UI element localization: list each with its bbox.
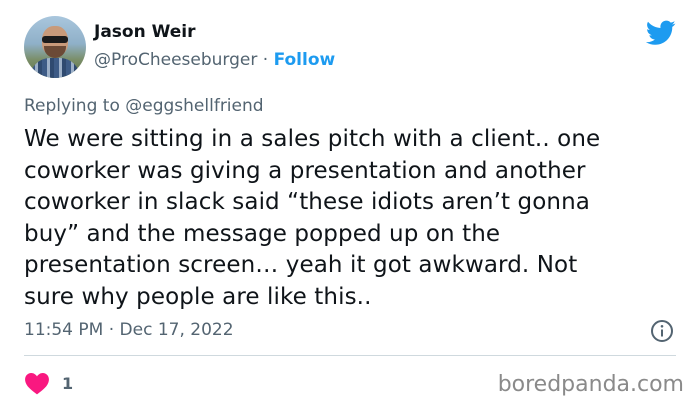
avatar-sunglasses [42, 36, 68, 43]
follow-button[interactable]: Follow [274, 50, 336, 70]
reply-context: Replying to @eggshellfriend [24, 96, 264, 116]
heart-icon [25, 373, 49, 395]
tweet-line: presentation screen… yeah it got awkward… [24, 252, 578, 278]
info-icon[interactable] [650, 319, 674, 343]
tweet-line: coworker in slack said “these idiots are… [24, 189, 590, 215]
author-handle[interactable]: @ProCheeseburger [94, 50, 257, 70]
like-button[interactable]: 1 [24, 370, 73, 396]
author-handle-row: @ProCheeseburger · Follow [94, 50, 335, 70]
tweet-line: sure why people are like this.. [24, 283, 372, 310]
tweet-timestamp[interactable]: 11:54 PM · Dec 17, 2022 [24, 320, 234, 340]
author-name[interactable]: Jason Weir [94, 22, 196, 42]
divider [24, 355, 676, 356]
avatar-beard [44, 46, 66, 58]
tweet-line: buy” and the message popped up on the [24, 220, 501, 247]
twitter-bird-icon[interactable] [646, 20, 676, 46]
tweet-text: We were sitting in a sales pitch with a … [24, 124, 674, 313]
tweet-card: Jason Weir @ProCheeseburger · Follow Rep… [0, 0, 700, 410]
like-count: 1 [62, 373, 74, 393]
watermark: boredpanda.com [497, 372, 684, 397]
avatar[interactable] [24, 16, 86, 78]
reply-prefix: Replying to [24, 96, 126, 116]
tweet-line: We were sitting in a sales pitch with a … [24, 126, 601, 152]
tweet-line: coworker was giving a presentation and a… [24, 157, 586, 184]
handle-separator: · [262, 50, 269, 70]
avatar-shirt [30, 58, 80, 78]
reply-to-handle[interactable]: @eggshellfriend [125, 96, 263, 116]
